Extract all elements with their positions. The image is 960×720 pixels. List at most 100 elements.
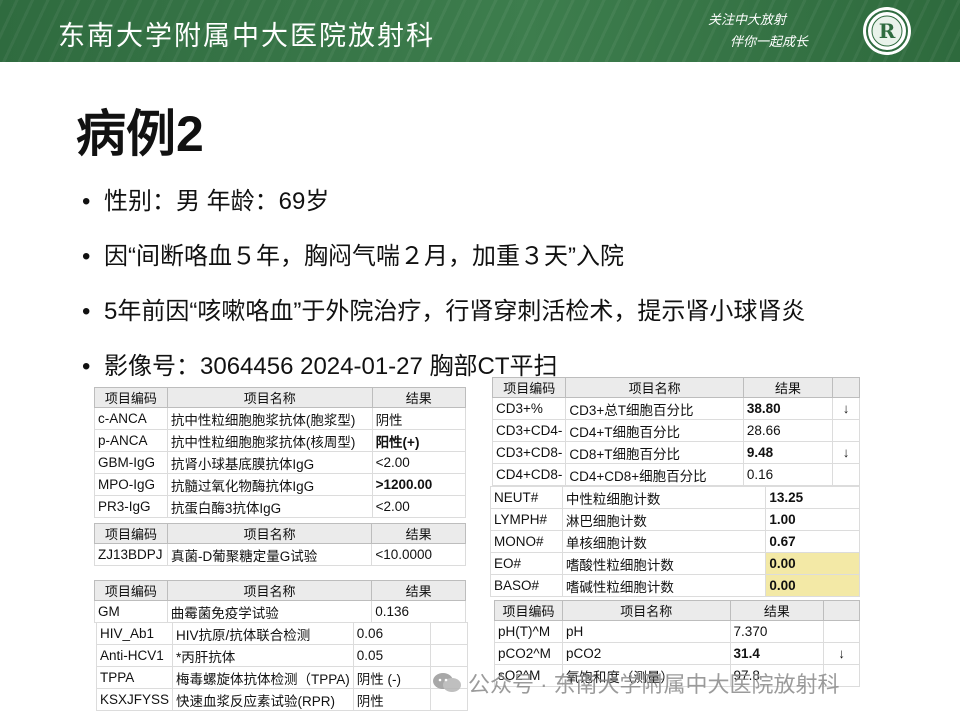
cell-result: 7.370 [729, 620, 825, 643]
bullet-dot: • [82, 353, 91, 380]
bullet-chief-complaint: • 因“间断咯血５年，胸闷气喘２月，加重３天”入院 [78, 237, 958, 292]
bullet-dot: • [82, 188, 91, 215]
slogan: 关注中大放射 伴你一起成长 [708, 10, 808, 54]
cell-code: EO# [490, 552, 563, 575]
case-bullets: • 性别：男 年龄：69岁 • 因“间断咯血５年，胸闷气喘２月，加重３天”入院 • 5… [78, 182, 958, 402]
cell-name: 抗蛋白酶3抗体IgG [166, 495, 373, 518]
cell-name: CD4+CD8+细胞百分比 [565, 463, 744, 486]
table-row: MONO# 单核细胞计数 0.67 [490, 530, 860, 553]
bullet-dot: • [82, 243, 91, 270]
table-row: TPPA 梅毒螺旋体抗体检测（TPPA) 阴性 (-) [95, 666, 468, 689]
cell-result: 阴性 [352, 688, 432, 711]
cell-code: PR3-IgG [94, 495, 168, 518]
bullet-dot: • [82, 298, 91, 325]
cell-result: 0.00 [765, 552, 860, 575]
flag-cell [823, 620, 860, 643]
cell-code: CD3+CD4- [491, 419, 567, 442]
cell-name: CD3+总T细胞百分比 [565, 397, 744, 420]
cell-code: MONO# [490, 530, 563, 553]
down-arrow-icon: ↓ [823, 642, 860, 665]
lymphocyte-subset-table: 项目编码 项目名称 结果 CD3+% CD3+总T细胞百分比 38.80 ↓ CD3+… [491, 377, 860, 486]
cell-name: pCO2 [561, 642, 731, 665]
cell-name: 中性粒细胞计数 [561, 486, 767, 509]
down-arrow-icon: ↓ [832, 397, 860, 420]
cell-result: <10.0000 [371, 543, 466, 566]
cell-result: 0.16 [742, 463, 834, 486]
col-result: 结果 [742, 377, 834, 398]
cell-code: KSXJFYSS [95, 688, 174, 711]
table-row: CD3+CD4- CD4+T细胞百分比 28.66 [491, 419, 860, 442]
cell-name: 单核细胞计数 [561, 530, 767, 553]
table-row: HIV_Ab1 HIV抗原/抗体联合检测 0.06 [95, 622, 468, 645]
cell-code: LYMPH# [490, 508, 563, 531]
wechat-watermark: 公众号 · 东南大学附属中大医院放射科 [432, 666, 840, 700]
col-result: 结果 [729, 600, 825, 621]
cell-result: 1.00 [765, 508, 860, 531]
table-header: 项目编码 项目名称 结果 [491, 377, 860, 398]
table-row: BASO# 嗜碱性粒细胞计数 0.00 [490, 574, 860, 597]
cell-result: 阴性 (-) [352, 666, 432, 689]
cell-code: p-ANCA [94, 429, 168, 452]
col-code: 项目编码 [94, 580, 168, 601]
col-name: 项目名称 [166, 523, 373, 544]
table-row: MPO-IgG 抗髓过氧化物酶抗体IgG >1200.00 [94, 473, 467, 496]
table-row: CD3+% CD3+总T细胞百分比 38.80 ↓ [491, 397, 860, 420]
table-row: LYMPH# 淋巴细胞计数 1.00 [490, 508, 860, 531]
wechat-icon [433, 673, 461, 692]
cell-code: CD3+% [491, 397, 567, 420]
bullet-text: 因“间断咯血５年，胸闷气喘２月，加重３天”入院 [104, 243, 624, 270]
table-row: CD3+CD8- CD8+T细胞百分比 9.48 ↓ [491, 441, 860, 464]
table-row: PR3-IgG 抗蛋白酶3抗体IgG <2.00 [94, 495, 467, 518]
blood-count-table: NEUT# 中性粒细胞计数 13.25 LYMPH# 淋巴细胞计数 1.00 MONO#… [490, 486, 860, 597]
slogan-line-1: 关注中大放射 [708, 13, 787, 28]
table-row: EO# 嗜酸性粒细胞计数 0.00 [490, 552, 860, 575]
cell-code: c-ANCA [94, 407, 168, 430]
cell-code: pH(T)^M [494, 620, 563, 643]
cell-result: >1200.00 [371, 473, 467, 496]
cell-code: NEUT# [490, 486, 563, 509]
cell-name: pH [561, 620, 731, 643]
flag-cell [832, 419, 860, 442]
cell-result: 0.00 [765, 574, 860, 597]
col-code: 项目编码 [494, 600, 563, 621]
cell-code: CD3+CD8- [491, 441, 567, 464]
table-row: GBM-IgG 抗肾小球基底膜抗体IgG <2.00 [94, 451, 467, 474]
col-name: 项目名称 [561, 600, 731, 621]
cell-code: GM [94, 600, 168, 623]
cell-code: HIV_Ab1 [95, 622, 174, 645]
cell-name: 嗜酸性粒细胞计数 [561, 552, 767, 575]
cell-result: 9.48 [742, 441, 834, 464]
col-code: 项目编码 [94, 387, 168, 408]
anca-table: 项目编码 项目名称 结果 c-ANCA 抗中性粒细胞胞浆抗体(胞浆型) 阴性 p-A… [94, 387, 467, 518]
gm-test-table: 项目编码 项目名称 结果 GM 曲霉菌免疫学试验 0.136 [94, 580, 466, 623]
cell-result: 0.67 [765, 530, 860, 553]
table-row: CD4+CD8- CD4+CD8+细胞百分比 0.16 [491, 463, 860, 486]
cell-code: BASO# [490, 574, 563, 597]
cell-code: GBM-IgG [94, 451, 168, 474]
table-row: GM 曲霉菌免疫学试验 0.136 [94, 600, 466, 623]
bullet-sex-age: • 性别：男 年龄：69岁 [78, 182, 958, 237]
cell-result: 38.80 [742, 397, 834, 420]
cell-name: 嗜碱性粒细胞计数 [561, 574, 767, 597]
cell-result: 28.66 [742, 419, 834, 442]
col-name: 项目名称 [166, 387, 373, 408]
table-row: pH(T)^M pH 7.370 [494, 620, 860, 643]
cell-result: 阳性(+) [371, 429, 467, 452]
bullet-text: 5年前因“咳嗽咯血”于外院治疗，行肾穿刺活检术，提示肾小球肾炎 [104, 298, 806, 325]
cell-code: Anti-HCV1 [95, 644, 174, 667]
cell-blank [430, 622, 468, 645]
logo-letter: R [879, 19, 896, 43]
cell-name: 真菌-D葡聚糖定量G试验 [166, 543, 373, 566]
table-row: p-ANCA 抗中性粒细胞胞浆抗体(核周型) 阳性(+) [94, 429, 467, 452]
table-header: 项目编码 项目名称 结果 [94, 580, 466, 601]
cell-code: TPPA [95, 666, 174, 689]
table-row: c-ANCA 抗中性粒细胞胞浆抗体(胞浆型) 阴性 [94, 407, 467, 430]
cell-code: MPO-IgG [94, 473, 168, 496]
col-code: 项目编码 [491, 377, 567, 398]
cell-result: 0.05 [352, 644, 432, 667]
col-flag [832, 377, 860, 398]
infection-table: HIV_Ab1 HIV抗原/抗体联合检测 0.06 Anti-HCV1 *丙肝抗体 0.… [95, 622, 468, 711]
cell-name: 曲霉菌免疫学试验 [166, 600, 373, 623]
table-row: pCO2^M pCO2 31.4 ↓ [494, 642, 860, 665]
table-row: KSXJFYSS 快速血浆反应素试验(RPR) 阴性 [95, 688, 468, 711]
